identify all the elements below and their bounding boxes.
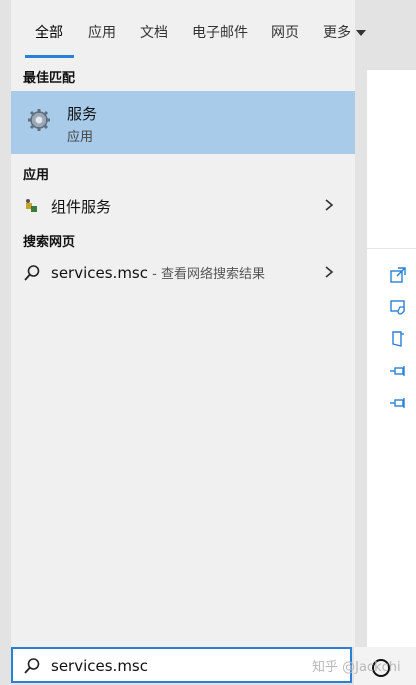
best-match-subtitle: 应用: [67, 130, 94, 145]
run-as-admin-icon[interactable]: [389, 298, 407, 316]
filter-tabs: 全部 应用 文档 电子邮件 网页 更多: [11, 0, 366, 60]
tab-web[interactable]: 网页: [271, 22, 299, 42]
component-services-icon: [26, 199, 37, 212]
open-file-location-icon[interactable]: [389, 330, 407, 348]
watermark: 知乎 @Jackchi: [312, 660, 401, 675]
chevron-right-icon[interactable]: [323, 198, 335, 212]
tab-all[interactable]: 全部: [35, 22, 63, 42]
pin-to-start-icon[interactable]: [389, 362, 407, 380]
best-match-header: 最佳匹配: [23, 71, 76, 86]
chevron-right-icon[interactable]: [323, 265, 335, 279]
active-tab-indicator: [25, 55, 74, 58]
caret-down-icon: [356, 30, 366, 36]
tab-email[interactable]: 电子邮件: [192, 22, 248, 42]
preview-divider: [367, 248, 416, 249]
best-match-result[interactable]: 服务 应用: [11, 91, 355, 154]
gear-icon: [28, 109, 50, 131]
search-box[interactable]: services.msc: [11, 647, 352, 683]
best-match-title: 服务: [67, 105, 98, 123]
web-search-result[interactable]: services.msc - 查看网络搜索结果: [11, 257, 355, 289]
web-search-query: services.msc: [51, 264, 148, 282]
search-input[interactable]: services.msc: [51, 657, 148, 675]
results-panel: 全部 应用 文档 电子邮件 网页 更多 最佳匹配 服务 应用 应用 组件服务 搜…: [11, 0, 366, 647]
tab-more-label: 更多: [323, 25, 351, 41]
apps-header: 应用: [23, 168, 50, 183]
open-icon[interactable]: [389, 266, 407, 284]
search-icon: [24, 658, 40, 674]
app-result-label: 组件服务: [51, 198, 112, 216]
preview-pane: [367, 70, 416, 647]
web-search-label: services.msc - 查看网络搜索结果: [51, 263, 265, 282]
tab-apps[interactable]: 应用: [88, 22, 116, 42]
web-search-suffix: - 查看网络搜索结果: [148, 267, 265, 282]
tab-documents[interactable]: 文档: [140, 22, 168, 42]
web-search-header: 搜索网页: [23, 235, 76, 250]
pin-to-taskbar-icon[interactable]: [389, 394, 407, 412]
search-icon: [24, 265, 40, 281]
app-result-component-services[interactable]: 组件服务: [11, 190, 355, 222]
tab-more[interactable]: 更多: [323, 22, 366, 42]
